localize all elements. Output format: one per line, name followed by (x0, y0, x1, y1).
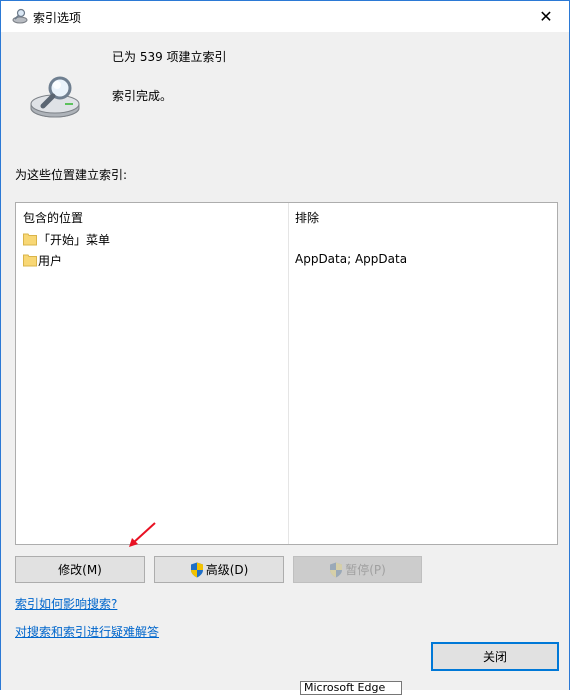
indexing-status-text: 索引完成。 (112, 89, 173, 103)
locations-label: 为这些位置建立索引: (15, 168, 128, 182)
how-indexing-affects-search-link[interactable]: 索引如何影响搜索? (15, 595, 117, 612)
folder-icon (23, 254, 37, 267)
window-title: 索引选项 (33, 11, 82, 25)
close-button-label: 关闭 (482, 650, 507, 664)
advanced-button[interactable]: 高级(D) (154, 556, 284, 583)
troubleshoot-search-link[interactable]: 对搜索和索引进行疑难解答 (15, 623, 159, 640)
close-icon: ✕ (539, 7, 553, 26)
folder-icon (23, 233, 37, 246)
indexing-options-window: 索引选项 ✕ 已为 539 项建立索引 索引完成。 为这些位置建立索引: 包含的… (0, 0, 570, 690)
advanced-button-label: 高级(D) (205, 563, 249, 577)
search-drive-icon (30, 76, 80, 118)
modify-button[interactable]: 修改(M) (15, 556, 145, 583)
column-header-location[interactable]: 包含的位置 (23, 209, 83, 226)
list-item[interactable]: 「开始」菜单 (16, 229, 557, 249)
pause-button[interactable]: 暂停(P) (293, 556, 422, 583)
list-item[interactable]: 用户 AppData; AppData (16, 250, 557, 270)
column-header-exclude[interactable]: 排除 (295, 209, 319, 226)
red-arrow-annotation (129, 522, 156, 547)
shield-icon (190, 562, 203, 577)
indexed-count-text: 已为 539 项建立索引 (112, 50, 227, 64)
indexed-locations-list[interactable]: 包含的位置 排除 「开始」菜单 用户 AppData; AppData (15, 202, 558, 545)
location-name: 「开始」菜单 (38, 233, 111, 247)
indexing-options-icon (12, 8, 28, 24)
location-name: 用户 (38, 254, 63, 268)
exclude-value: AppData; AppData (295, 252, 408, 266)
taskbar-tooltip: Microsoft Edge (300, 681, 402, 695)
title-bar[interactable]: 索引选项 ✕ (1, 1, 569, 32)
modify-button-label: 修改(M) (58, 563, 102, 577)
close-button[interactable]: 关闭 (431, 642, 559, 671)
pause-button-label: 暂停(P) (345, 563, 386, 577)
close-window-button[interactable]: ✕ (523, 1, 569, 32)
shield-icon (330, 562, 343, 577)
